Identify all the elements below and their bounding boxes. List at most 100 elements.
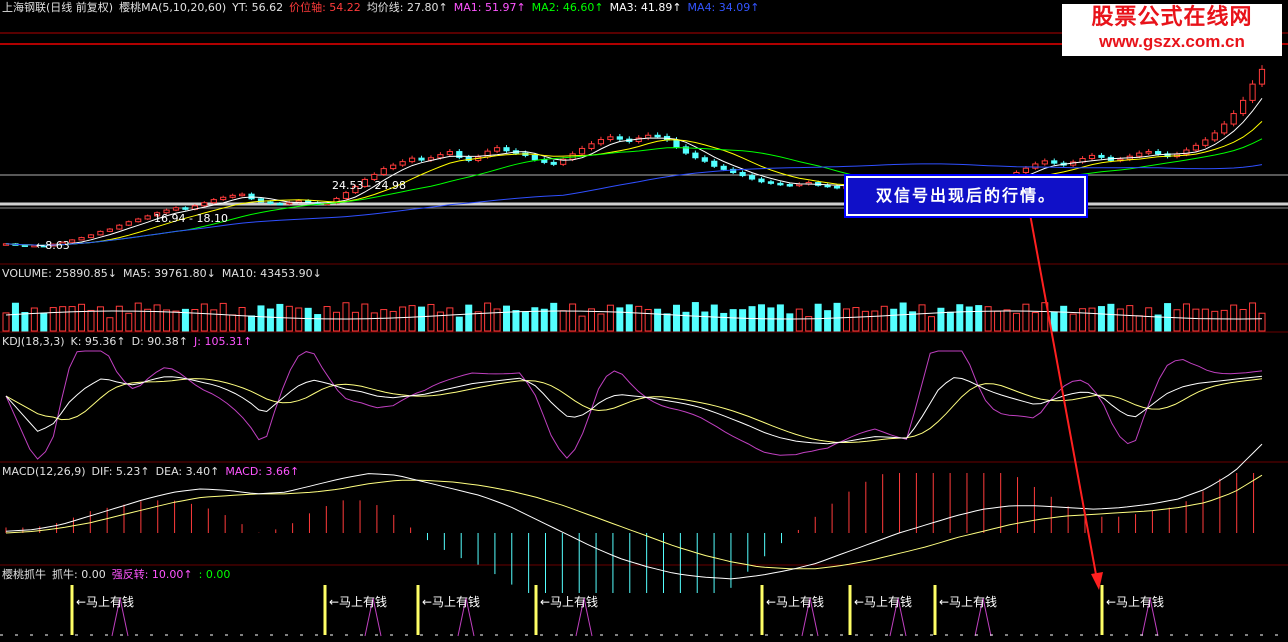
- candle-body: [106, 228, 113, 232]
- volume-bar: [1003, 309, 1011, 332]
- volume-bar: [238, 306, 246, 332]
- volume-bar: [1145, 307, 1153, 332]
- signal-name: 樱桃抓牛: [2, 568, 46, 581]
- volume-bar: [1211, 310, 1219, 332]
- volume-bar: [1116, 308, 1124, 332]
- candle-body: [758, 178, 765, 183]
- volume-bar: [720, 312, 728, 332]
- signal-zhuaniu: 抓牛: 0.00: [52, 568, 106, 581]
- candle-body: [201, 202, 208, 207]
- volume-bar: [861, 310, 869, 332]
- signal-bar: [933, 585, 937, 635]
- candle-body: [182, 207, 189, 210]
- candle-body: [1240, 99, 1247, 115]
- volume-bar: [937, 307, 945, 332]
- price-box1-label: 16.94 - 18.10: [154, 212, 228, 225]
- volume-bar: [503, 305, 511, 332]
- volume-bar: [1079, 308, 1087, 332]
- kdj-j-line: [5, 350, 1263, 460]
- candle-body: [654, 134, 661, 138]
- volume-bar: [795, 308, 803, 332]
- candle-body: [1022, 167, 1030, 173]
- volume-bar: [49, 307, 57, 332]
- signal-qiangfanzhuan: 强反转: 10.00↑: [111, 568, 193, 581]
- volume-bar: [1050, 311, 1058, 332]
- volume-bar: [1258, 312, 1266, 332]
- volume-bar: [153, 304, 161, 332]
- chart-canvas: [0, 32, 1288, 637]
- candle-body: [531, 154, 538, 161]
- candle-body: [748, 175, 756, 180]
- volume-bar: [776, 304, 784, 332]
- volume-bar: [446, 307, 454, 332]
- candle-body: [97, 230, 104, 236]
- candle-body: [116, 224, 123, 230]
- volume-bar: [219, 302, 227, 332]
- signal-bar: [416, 585, 420, 635]
- volume-bar: [115, 305, 123, 332]
- volume-bar: [559, 310, 567, 332]
- volume-ma5: MA5: 39761.80↓: [122, 267, 216, 280]
- kdj-j: J: 105.31↑: [194, 335, 253, 348]
- volume-bar: [625, 304, 633, 332]
- candle-body: [267, 201, 274, 204]
- candle-body: [493, 147, 501, 152]
- volume-bar: [1031, 312, 1039, 332]
- stock-chart-window: 上海钢联(日线 前复权) 樱桃MA(5,10,20,60) YT: 56.62 价位轴…: [0, 0, 1288, 642]
- signal-label: ←马上有钱: [540, 595, 599, 609]
- volume-bar: [370, 312, 378, 332]
- volume-bar: [361, 303, 369, 332]
- volume-bar: [965, 306, 973, 332]
- volume-bar: [257, 305, 265, 332]
- candle-body: [1136, 152, 1143, 157]
- volume-bar: [1182, 303, 1190, 332]
- volume-bar: [1173, 309, 1181, 332]
- kdj-k: K: 95.36↑: [70, 335, 126, 348]
- volume-bar: [465, 304, 473, 332]
- candle-body: [503, 147, 510, 152]
- candle-body: [408, 157, 416, 163]
- volume-bar: [30, 307, 38, 332]
- volume-bar: [304, 307, 312, 332]
- volume-bar: [899, 302, 907, 332]
- volume-bar: [399, 306, 407, 332]
- signal-label: ←马上有钱: [1106, 595, 1165, 609]
- candle-body: [69, 239, 76, 243]
- signal-header: 樱桃抓牛 抓牛: 0.00 强反转: 10.00↑: 0.00: [2, 567, 236, 583]
- volume-bar: [842, 308, 850, 332]
- ma2-value: MA2: 46.60↑: [531, 1, 604, 14]
- candle-body: [1032, 163, 1039, 169]
- macd-value: MACD: 3.66↑: [225, 465, 300, 478]
- volume-bar: [729, 309, 737, 332]
- volume-bar: [946, 311, 954, 332]
- candle-body: [390, 164, 397, 170]
- volume-bar: [21, 312, 29, 332]
- volume-bar: [210, 309, 218, 332]
- volume-bar: [474, 311, 482, 332]
- volume-bar: [672, 304, 680, 332]
- candle-body: [87, 234, 95, 239]
- candle-body: [220, 196, 227, 201]
- candle-body: [172, 207, 180, 211]
- volume-bar: [1192, 308, 1200, 332]
- signal-bar: [323, 585, 327, 635]
- candle-body: [276, 202, 283, 206]
- watermark-line1: 股票公式在线网: [1091, 5, 1253, 30]
- signal-label: ←马上有钱: [76, 595, 135, 609]
- avg-line-value: 均价线: 27.80↑: [366, 1, 448, 14]
- volume-bar: [975, 305, 983, 332]
- volume-bar: [2, 312, 10, 332]
- volume-bar: [1069, 313, 1077, 332]
- candle-body: [210, 199, 217, 204]
- candle-body: [418, 157, 425, 161]
- candle-body: [135, 218, 142, 223]
- volume-bar: [739, 309, 747, 332]
- price-box2-label: 24.53 - 24.98: [332, 179, 406, 192]
- candle-body: [1202, 139, 1209, 146]
- candle-body: [238, 193, 246, 197]
- volume-bar: [1220, 309, 1228, 332]
- volume-bar: [710, 304, 718, 332]
- signal-bar: [848, 585, 852, 635]
- volume-bar: [786, 313, 794, 332]
- macd-dif: DIF: 5.23↑: [91, 465, 150, 478]
